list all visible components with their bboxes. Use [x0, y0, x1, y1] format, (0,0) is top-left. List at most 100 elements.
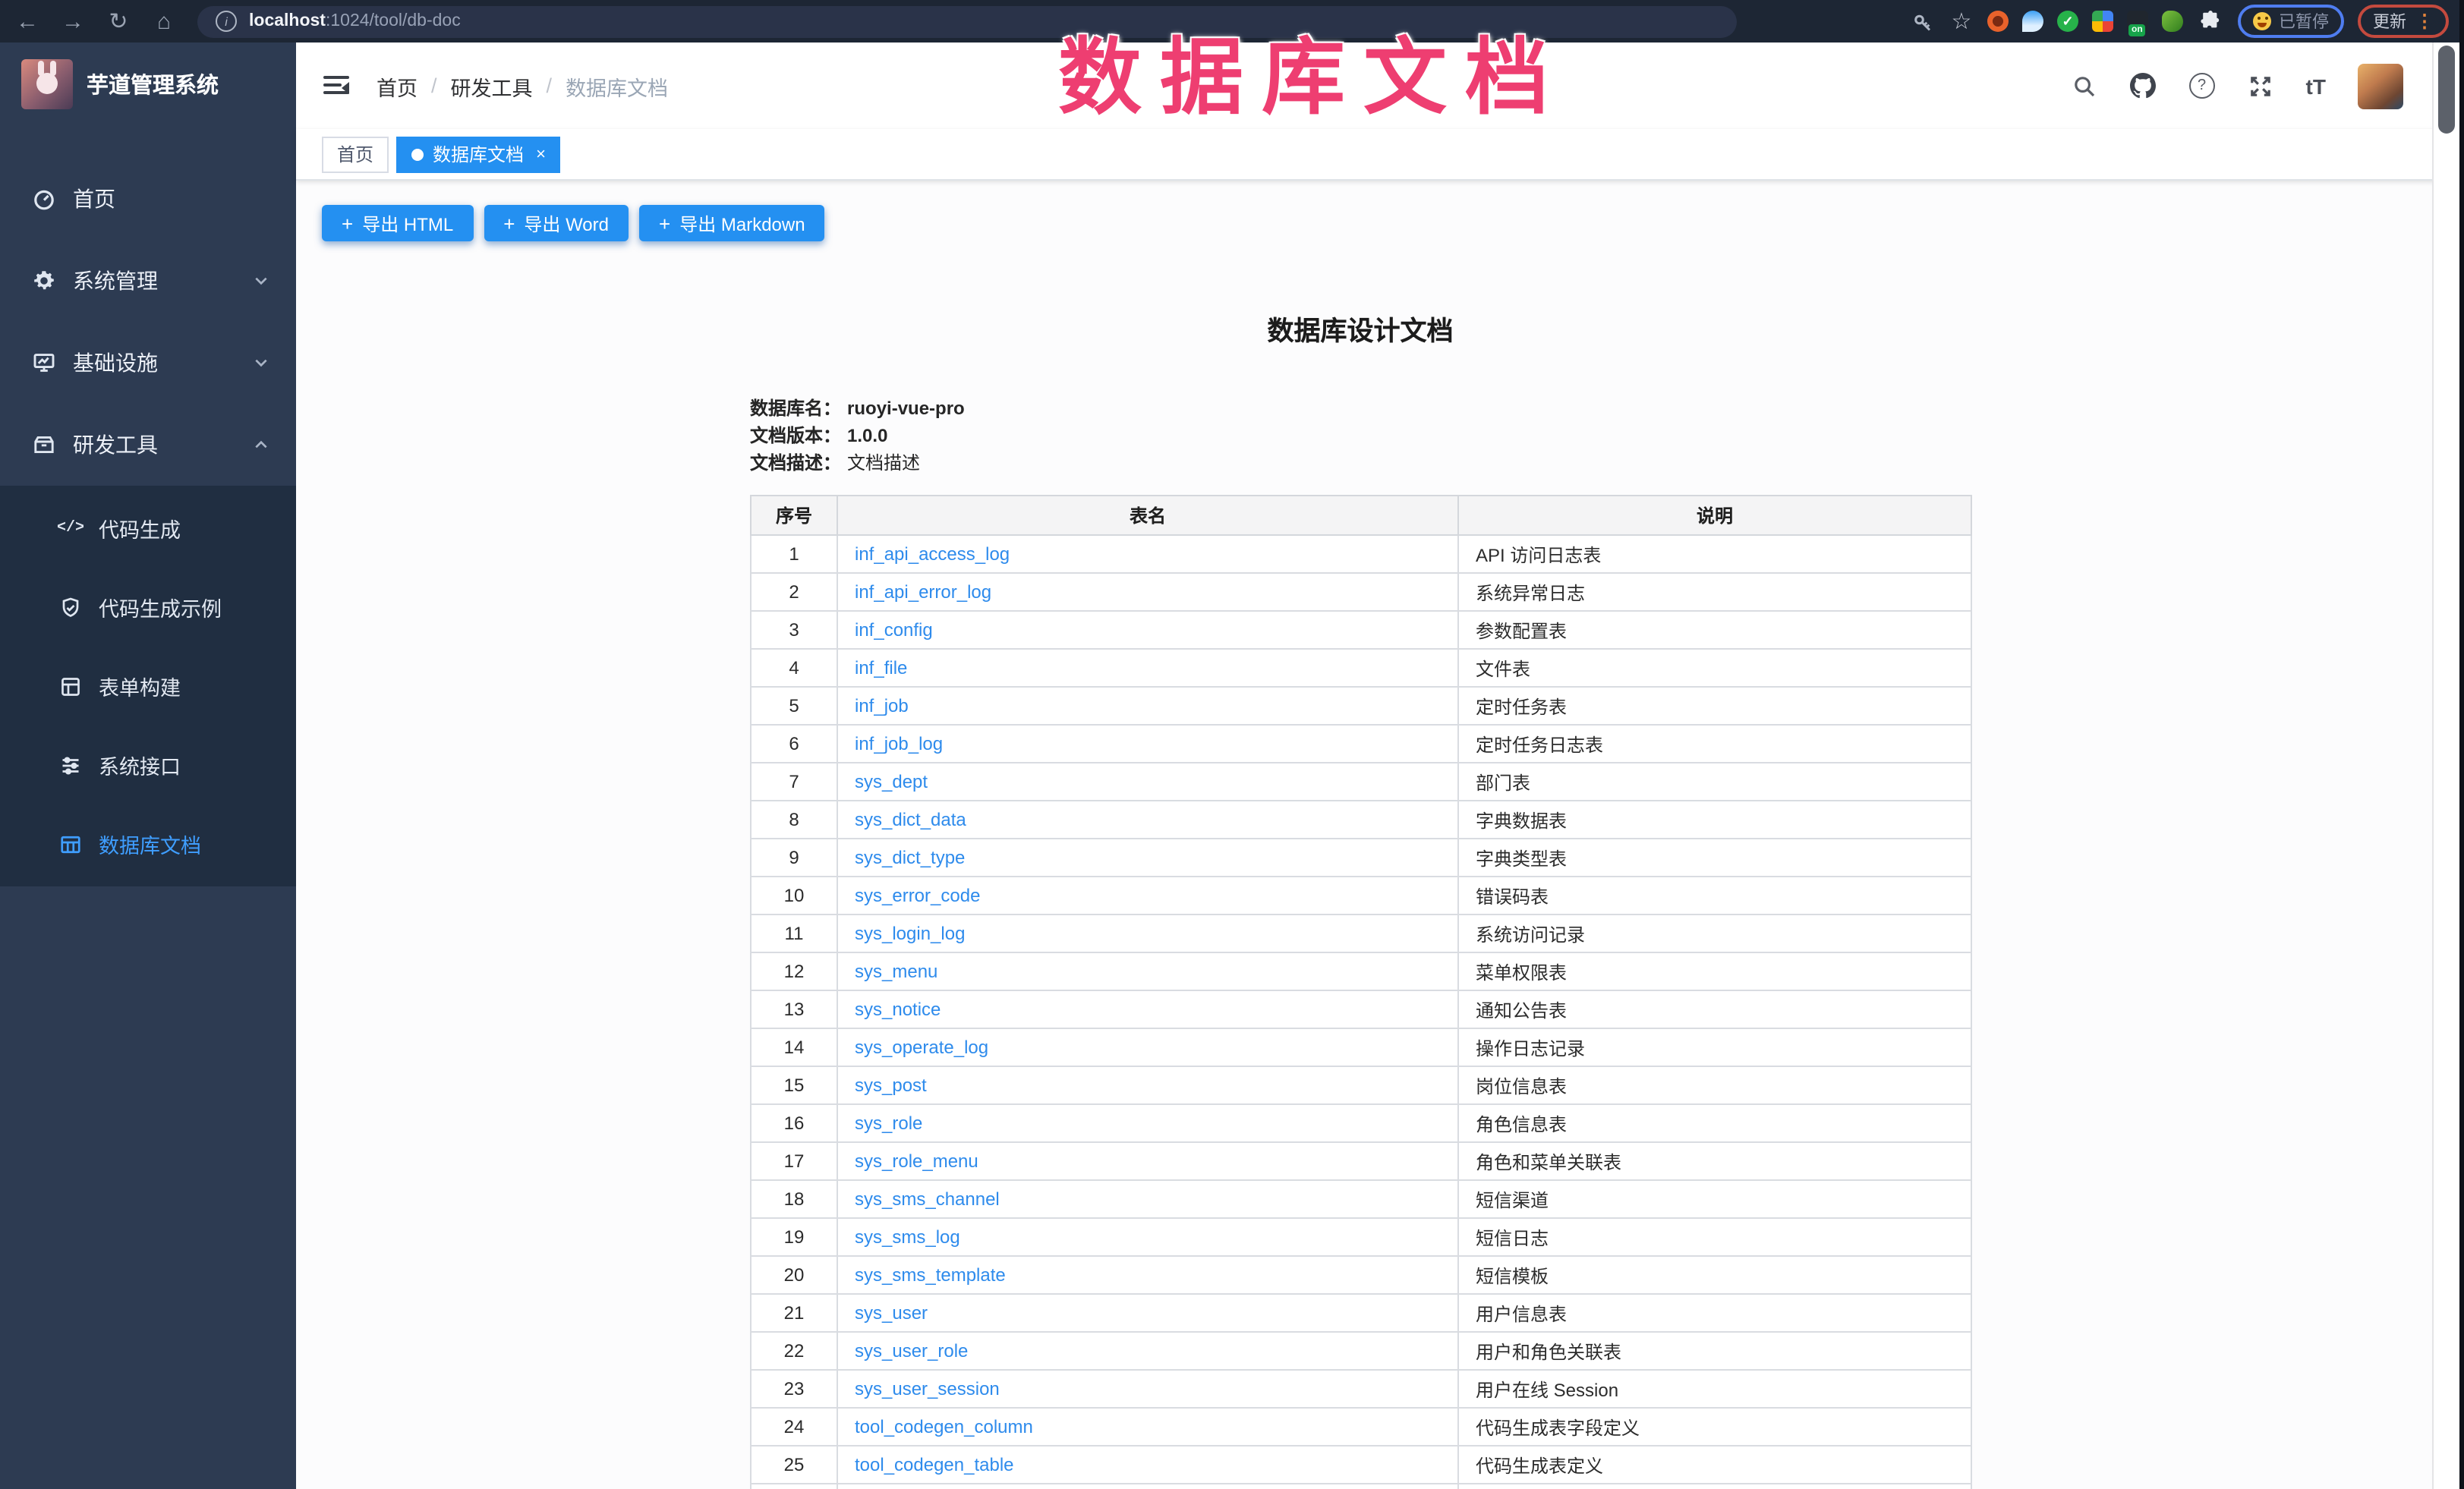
sidebar-item-dev-tools[interactable]: 研发工具 [0, 404, 296, 486]
forward-icon[interactable]: → [61, 10, 85, 33]
meta-label: 文档描述： [750, 452, 841, 474]
extension-on-icon[interactable]: on [2127, 11, 2148, 32]
font-size-icon[interactable]: tT [2306, 74, 2326, 98]
tag-db-doc[interactable]: 数据库文档 × [396, 136, 561, 172]
table-name-link[interactable]: sys_dict_type [855, 847, 965, 868]
extension-green-icon[interactable] [2162, 11, 2183, 32]
url-text: localhost:1024/tool/db-doc [249, 12, 461, 30]
table-name-link[interactable]: sys_user_role [855, 1340, 968, 1362]
export-button[interactable]: + 导出 HTML [322, 205, 473, 241]
row-number: 11 [751, 914, 837, 952]
table-name-link[interactable]: inf_api_error_log [855, 581, 991, 603]
table-name-link[interactable]: sys_role_menu [855, 1151, 978, 1172]
export-button[interactable]: + 导出 Word [484, 205, 629, 241]
submenu-item-2[interactable]: 表单构建 [0, 647, 296, 726]
submenu-item-3[interactable]: 系统接口 [0, 726, 296, 804]
table-name-link[interactable]: sys_error_code [855, 885, 980, 906]
breadcrumb-dev-tools[interactable]: 研发工具 [451, 71, 533, 101]
table-row: 5 inf_job 定时任务表 [751, 687, 1971, 725]
sidebar-item-label: 首页 [73, 184, 115, 214]
db-design-document: 数据库设计文档 数据库名：ruoyi-vue-pro 文档版本：1.0.0 文档… [750, 311, 1971, 1489]
table-name-link[interactable]: tool_codegen_table [855, 1454, 1014, 1475]
form-builder-icon [59, 675, 82, 697]
sidebar-item-system[interactable]: 系统管理 [0, 240, 296, 322]
help-icon[interactable]: ? [2189, 73, 2215, 99]
url-path: :1024/tool/db-doc [326, 12, 461, 30]
extension-blue-drop-icon[interactable] [2022, 11, 2043, 32]
sidebar-item-infrastructure[interactable]: 基础设施 [0, 322, 296, 404]
extension-grid-icon[interactable] [2092, 11, 2113, 32]
table-name-link[interactable]: sys_operate_log [855, 1037, 988, 1058]
collapse-sidebar-icon[interactable] [323, 76, 349, 96]
back-icon[interactable]: ← [15, 10, 39, 33]
table-name-link[interactable]: sys_user_session [855, 1378, 1000, 1399]
profile-paused-badge[interactable]: 已暂停 [2238, 5, 2344, 38]
dashboard-icon [32, 187, 56, 211]
sidebar-item-home[interactable]: 首页 [0, 158, 296, 240]
table-name-link[interactable]: sys_dict_data [855, 809, 966, 830]
meta-label: 文档版本： [750, 425, 841, 446]
meta-line: 文档版本：1.0.0 [750, 422, 1971, 449]
table-name-link[interactable]: inf_job_log [855, 733, 943, 754]
col-header-name: 表名 [837, 496, 1458, 535]
table-row: 4 inf_file 文件表 [751, 649, 1971, 687]
screen: ← → ↻ ⌂ i localhost:1024/tool/db-doc ☆ ✓… [0, 0, 2464, 1489]
table-row: 14 sys_operate_log 操作日志记录 [751, 1028, 1971, 1066]
table-name-link[interactable]: tool_codegen_column [855, 1416, 1033, 1437]
home-icon[interactable]: ⌂ [152, 10, 176, 33]
github-icon[interactable] [2130, 72, 2157, 99]
tag-label: 首页 [337, 141, 373, 167]
row-number: 16 [751, 1104, 837, 1142]
update-button[interactable]: 更新 ⋮ [2358, 5, 2449, 38]
key-icon[interactable] [1908, 8, 1936, 35]
puzzle-extensions-icon[interactable] [2197, 8, 2224, 35]
search-icon[interactable] [2071, 72, 2098, 99]
bookmark-star-icon[interactable]: ☆ [1949, 10, 1974, 33]
table-name-link[interactable]: inf_config [855, 619, 933, 641]
table-name-link[interactable]: sys_post [855, 1075, 927, 1096]
table-name-link[interactable]: inf_file [855, 657, 907, 678]
submenu-item-1[interactable]: 代码生成示例 [0, 568, 296, 647]
table-description: 用户信息表 [1458, 1294, 1971, 1332]
page-scrollbar[interactable] [2432, 42, 2459, 1489]
table-name-link[interactable]: inf_job [855, 695, 909, 716]
table-row: 9 sys_dict_type 字典类型表 [751, 839, 1971, 877]
table-name-link[interactable]: inf_api_access_log [855, 543, 1010, 565]
scrollbar-thumb[interactable] [2438, 46, 2455, 134]
extension-orange-icon[interactable] [1987, 11, 2009, 32]
table-row: 2 inf_api_error_log 系统异常日志 [751, 573, 1971, 611]
url-host: localhost [249, 12, 326, 30]
chevron-up-icon [254, 437, 269, 452]
site-info-icon[interactable]: i [216, 11, 237, 32]
table-description: 字典数据表 [1458, 801, 1971, 839]
table-name-link[interactable]: sys_sms_log [855, 1226, 960, 1248]
app-logo-row[interactable]: 芋道管理系统 [0, 42, 296, 124]
sidebar: 芋道管理系统 首页 系统管理 [0, 42, 296, 1489]
close-tag-icon[interactable]: × [536, 145, 546, 163]
table-name-link[interactable]: sys_notice [855, 999, 941, 1020]
reload-icon[interactable]: ↻ [106, 10, 131, 33]
table-name-link[interactable]: sys_menu [855, 961, 937, 982]
breadcrumb-separator: / [547, 74, 553, 97]
table-name-link[interactable]: sys_dept [855, 771, 928, 792]
submenu-item-0[interactable]: </> 代码生成 [0, 489, 296, 568]
table-row: 7 sys_dept 部门表 [751, 763, 1971, 801]
browser-menu-dots-icon[interactable]: ⋮ [2415, 11, 2434, 32]
export-button[interactable]: + 导出 Markdown [639, 205, 825, 241]
table-name-link[interactable]: sys_login_log [855, 923, 965, 944]
meta-label: 数据库名： [750, 398, 841, 419]
avatar[interactable] [2358, 63, 2403, 109]
submenu-item-4[interactable]: 数据库文档 [0, 804, 296, 883]
table-header-row: 序号 表名 说明 [751, 496, 1971, 535]
table-name-link[interactable]: sys_role [855, 1113, 922, 1134]
row-number: 15 [751, 1066, 837, 1104]
browser-actions: ☆ ✓ on 已暂停 更新 ⋮ [1908, 5, 2449, 38]
submenu-item-label: 系统接口 [99, 750, 181, 780]
tag-home[interactable]: 首页 [322, 136, 389, 172]
adblock-check-icon[interactable]: ✓ [2057, 11, 2078, 32]
table-name-link[interactable]: sys_sms_template [855, 1264, 1006, 1286]
fullscreen-icon[interactable] [2247, 72, 2274, 99]
table-name-link[interactable]: sys_sms_channel [855, 1188, 1000, 1210]
breadcrumb-home[interactable]: 首页 [377, 71, 417, 101]
table-name-link[interactable]: sys_user [855, 1302, 928, 1324]
